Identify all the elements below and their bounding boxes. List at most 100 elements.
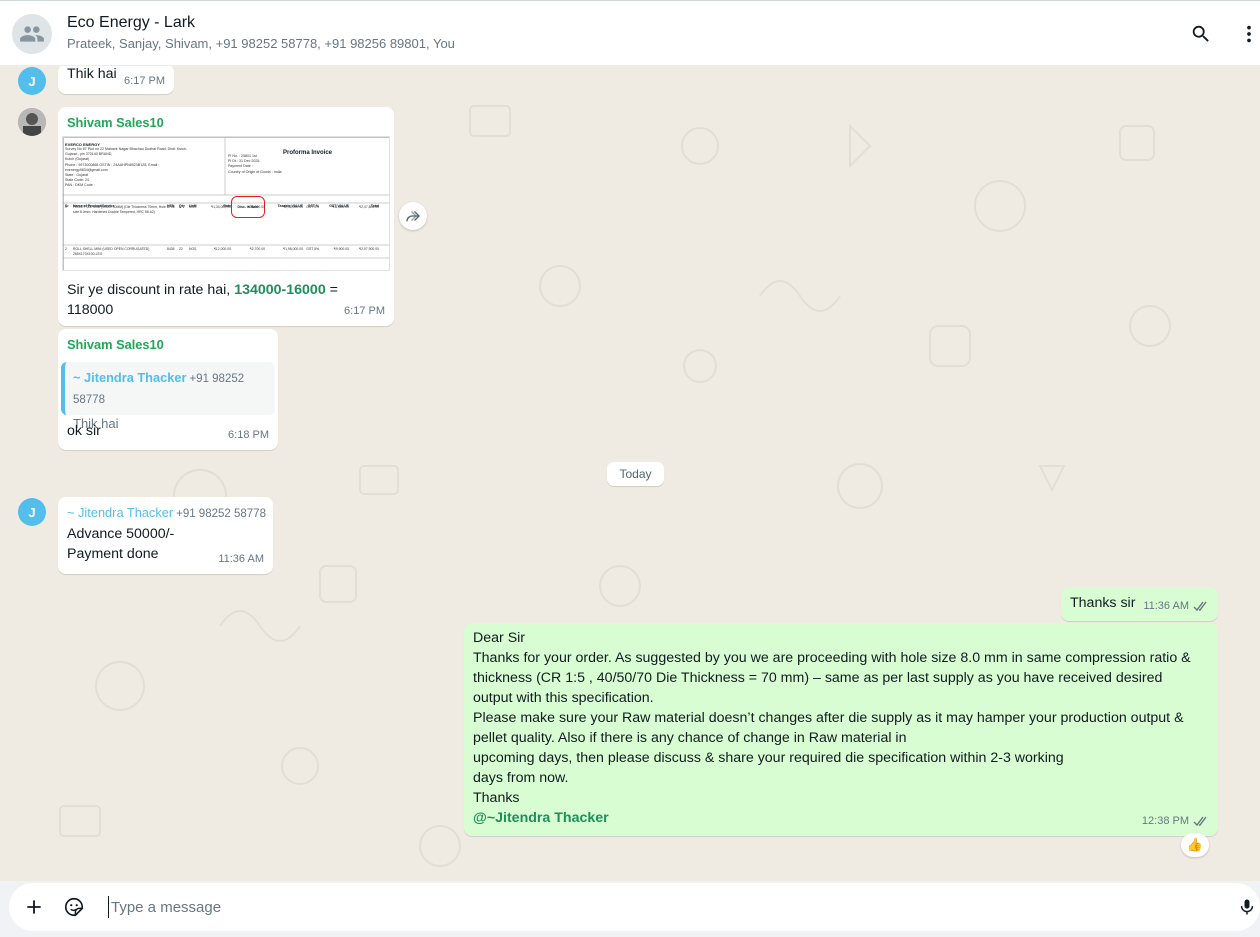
message-time: 11:36 AM: [1143, 596, 1209, 616]
message-line: output with this specification.: [473, 690, 654, 706]
invoice-image[interactable]: Proforma Invoice EVERCO ENERGY Survey No…: [62, 136, 390, 271]
message-line: Thanks: [473, 790, 520, 806]
avatar[interactable]: [18, 108, 46, 136]
invoice-cell: GST 5%: [306, 247, 319, 251]
message-text: Thik hai: [67, 66, 117, 82]
invoice-cell: ₹2,36,000.00: [282, 205, 303, 209]
read-ticks-icon: [1193, 816, 1207, 826]
message-time-text: 12:38 PM: [1141, 815, 1189, 827]
message-line: Thanks for your order. As suggested by y…: [473, 650, 1191, 666]
message-line: Payment done: [67, 546, 159, 562]
invoice-cell: ₹12,000.00: [213, 247, 231, 251]
avatar[interactable]: J: [18, 67, 46, 95]
invoice-cell: 8436: [167, 247, 175, 251]
message-bubble-outgoing[interactable]: Dear Sir Thanks for your order. As sugge…: [464, 623, 1218, 836]
invoice-cell: 8706: [167, 205, 175, 209]
chat-header[interactable]: Eco Energy - Lark Prateek, Sanjay, Shiva…: [0, 0, 1260, 66]
chat-members: Prateek, Sanjay, Shivam, +91 98252 58778…: [67, 36, 455, 51]
invoice-cell: GST 5%: [306, 205, 319, 209]
voice-message-button[interactable]: [1235, 895, 1259, 919]
invoice-cell: 2: [65, 247, 67, 251]
invoice-cell: PELLET DIE MINI (USED 40MM) (Die Thickne…: [73, 205, 166, 214]
chat-title: Eco Energy - Lark: [67, 14, 196, 31]
sender-name[interactable]: Shivam Sales10: [67, 335, 164, 355]
menu-button[interactable]: [1236, 21, 1260, 47]
message-time: 12:38 PM: [1142, 811, 1209, 831]
message-line: Advance 50000/-: [67, 526, 175, 542]
invoice-cell: ₹11,800.00: [332, 205, 349, 209]
invoice-line: Country of Origin of Goods : India: [228, 169, 282, 174]
message-text: ok sir: [67, 423, 101, 439]
composer-box: [9, 883, 1260, 931]
more-vertical-icon: [1247, 25, 1251, 43]
message-line: upcoming days, then please discuss & sha…: [473, 750, 1064, 766]
message-time: 6:17 PM: [124, 75, 165, 87]
sender-name[interactable]: ~ Jitendra Thacker +91 98252 58778: [67, 503, 266, 524]
message-bubble-outgoing[interactable]: Thanks sir 11:36 AM: [1061, 587, 1218, 621]
sticker-icon: [65, 897, 84, 917]
invoice-cell: ROLL SHELL MINI (USED OPEN CORRUGATED) 2…: [73, 247, 150, 256]
search-button[interactable]: [1188, 21, 1214, 47]
search-icon: [1192, 25, 1209, 42]
message-text: Advance 50000/- Payment done: [67, 524, 174, 564]
sticker-button[interactable]: [62, 895, 86, 919]
invoice-meta: PI No. : 25801 1st PI Dt.: 31 Dec 2025 P…: [228, 154, 388, 175]
invoice-cell: 2: [179, 205, 181, 209]
invoice-cell: 1: [65, 205, 67, 209]
quote-sender: ~ Jitendra Thacker +91 98252 58778: [73, 368, 267, 410]
attach-button[interactable]: [22, 895, 46, 919]
invoice-line: PAN : DKM Code :: [65, 183, 95, 188]
profile-photo: [18, 108, 46, 136]
message-line: Dear Sir: [473, 630, 526, 646]
message-line: thickness (CR 1:5 , 40/50/70 Die Thickne…: [473, 670, 1163, 686]
avatar[interactable]: J: [18, 498, 46, 526]
message-time-text: 11:36 AM: [1143, 600, 1189, 612]
invoice-cell: ₹1,34,000.00: [210, 205, 231, 209]
forward-icon: [406, 211, 420, 222]
group-avatar[interactable]: [12, 14, 52, 54]
invoice-cell: ₹9,900.00: [333, 247, 349, 251]
message-time: 6:18 PM: [228, 429, 269, 441]
reaction-badge[interactable]: 👍: [1181, 833, 1209, 857]
message-bubble[interactable]: ~ Jitendra Thacker +91 98252 58778 Advanc…: [58, 497, 273, 574]
sender-display-name: ~ Jitendra Thacker: [67, 505, 174, 520]
sender-phone: +91 98252 58778: [176, 508, 266, 520]
message-line: Please make sure your Raw material doesn…: [473, 710, 1184, 726]
invoice-row: 1 PELLET DIE MINI (USED 40MM) (Die Thick…: [65, 205, 389, 214]
highlight-value: 134000-16000: [234, 282, 326, 298]
message-text: Sir ye discount in rate hai, 134000-1600…: [67, 280, 367, 320]
message-bubble[interactable]: Shivam Sales10 ~ Jitendra Thacker +91 982…: [58, 329, 278, 450]
message-line: days from now.: [473, 770, 569, 786]
forward-button[interactable]: [399, 202, 427, 230]
invoice-cell: 22: [179, 247, 183, 251]
invoice-company-details: Survey No 87 Plot no 22 Mahavir Nagar Bh…: [65, 147, 223, 189]
mic-icon: [1240, 899, 1254, 915]
invoice-cell: NOS: [189, 205, 197, 209]
quoted-message[interactable]: ~ Jitendra Thacker +91 98252 58778 Thik h…: [61, 362, 275, 431]
invoice-row: 2 ROLL SHELL MINI (USED OPEN CORRUGATED)…: [65, 247, 389, 256]
plus-icon: [27, 900, 41, 914]
message-text: Thanks sir: [1070, 595, 1136, 611]
message-line: pellet quality. Also if there is any cha…: [473, 730, 907, 746]
composer-bar: [0, 881, 1260, 937]
invoice-cell: NOS: [189, 247, 197, 251]
invoice-cell: ₹2,47,800.00: [358, 205, 379, 209]
mention-link[interactable]: @~Jitendra Thacker: [473, 808, 1208, 828]
invoice-cell: ₹2,07,900.00: [358, 247, 379, 251]
invoice-cell: ₹1,98,000.00: [282, 247, 303, 251]
read-ticks-icon: [1193, 601, 1207, 611]
sender-name[interactable]: Shivam Sales10: [67, 113, 164, 133]
message-input[interactable]: [108, 896, 1208, 918]
message-bubble[interactable]: Shivam Sales10 Proforma Invoice EVERCO E…: [58, 107, 394, 326]
message-text: Dear Sir Thanks for your order. As sugge…: [473, 628, 1208, 828]
invoice-cell: ₹2,700.00: [249, 247, 265, 251]
message-time: 6:17 PM: [344, 305, 385, 317]
message-time: 11:36 AM: [218, 553, 264, 565]
message-text-part: Sir ye discount in rate hai,: [67, 282, 235, 298]
invoice-cell: ₹16,000.00: [247, 205, 265, 209]
message-bubble[interactable]: Thik hai 6:17 PM: [58, 66, 174, 94]
quote-sender-name: ~ Jitendra Thacker: [73, 370, 187, 385]
group-icon: [20, 26, 44, 42]
date-divider: Today: [607, 462, 664, 486]
chat-area[interactable]: J Thik hai 6:17 PM Shivam Sales10 Profor…: [0, 66, 1260, 881]
